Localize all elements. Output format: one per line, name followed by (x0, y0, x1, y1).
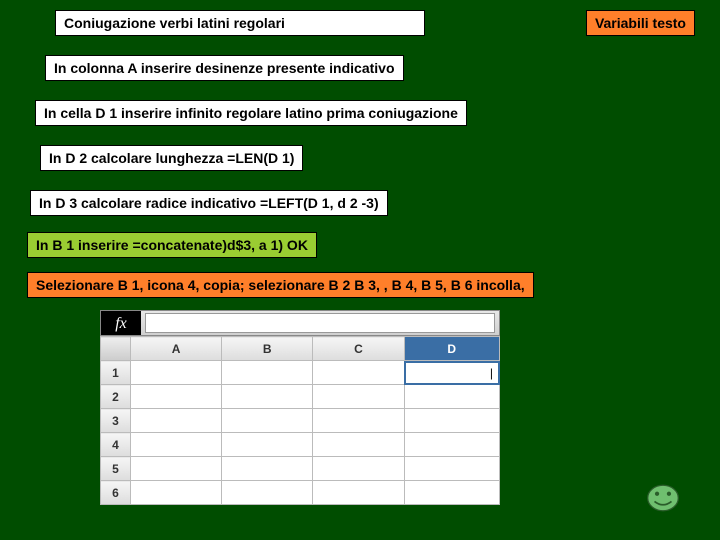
row-header-4[interactable]: 4 (101, 433, 131, 457)
slide-title: Coniugazione verbi latini regolari (55, 10, 425, 36)
cell-d2[interactable] (404, 385, 499, 409)
col-header-c[interactable]: C (313, 337, 404, 361)
cell-b3[interactable] (222, 409, 313, 433)
cell-c2[interactable] (313, 385, 404, 409)
col-header-b[interactable]: B (222, 337, 313, 361)
fx-icon: fx (101, 311, 141, 335)
row-header-6[interactable]: 6 (101, 481, 131, 505)
formula-input[interactable] (145, 313, 495, 333)
spreadsheet-preview: fx A B C D 1 | 2 3 (100, 310, 500, 505)
cell-a6[interactable] (131, 481, 222, 505)
formula-bar: fx (100, 310, 500, 336)
smiley-icon (646, 481, 680, 515)
cell-b4[interactable] (222, 433, 313, 457)
cell-c3[interactable] (313, 409, 404, 433)
cell-d6[interactable] (404, 481, 499, 505)
cell-a3[interactable] (131, 409, 222, 433)
row-header-5[interactable]: 5 (101, 457, 131, 481)
corner-cell[interactable] (101, 337, 131, 361)
cell-a5[interactable] (131, 457, 222, 481)
row-header-1[interactable]: 1 (101, 361, 131, 385)
cell-c5[interactable] (313, 457, 404, 481)
cell-a1[interactable] (131, 361, 222, 385)
row-header-3[interactable]: 3 (101, 409, 131, 433)
cell-b2[interactable] (222, 385, 313, 409)
cell-c1[interactable] (313, 361, 404, 385)
cell-b6[interactable] (222, 481, 313, 505)
step-6: Selezionare B 1, icona 4, copia; selezio… (27, 272, 534, 298)
cell-d1[interactable]: | (404, 361, 499, 385)
step-3: In D 2 calcolare lunghezza =LEN(D 1) (40, 145, 303, 171)
cell-c4[interactable] (313, 433, 404, 457)
step-1: In colonna A inserire desinenze presente… (45, 55, 404, 81)
step-4: In D 3 calcolare radice indicativo =LEFT… (30, 190, 388, 216)
cell-d4[interactable] (404, 433, 499, 457)
cell-c6[interactable] (313, 481, 404, 505)
cell-d5[interactable] (404, 457, 499, 481)
cell-a4[interactable] (131, 433, 222, 457)
cell-d3[interactable] (404, 409, 499, 433)
step-2: In cella D 1 inserire infinito regolare … (35, 100, 467, 126)
row-header-2[interactable]: 2 (101, 385, 131, 409)
col-header-d[interactable]: D (404, 337, 499, 361)
cell-b5[interactable] (222, 457, 313, 481)
cell-a2[interactable] (131, 385, 222, 409)
cell-b1[interactable] (222, 361, 313, 385)
badge-variabili-testo: Variabili testo (586, 10, 695, 36)
grid: A B C D 1 | 2 3 4 (100, 336, 500, 505)
step-5: In B 1 inserire =concatenate)d$3, a 1) O… (27, 232, 317, 258)
col-header-a[interactable]: A (131, 337, 222, 361)
